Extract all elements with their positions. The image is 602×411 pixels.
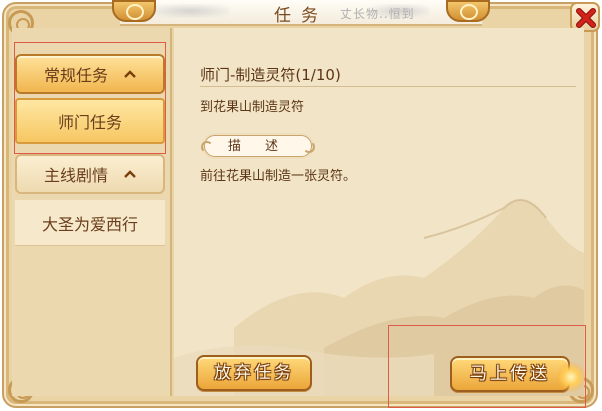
chevron-up-icon [124,170,136,178]
close-icon [576,8,596,28]
quest-description: 前往花果山制造一张灵符。 [200,169,357,184]
category-label: 主线剧情 [43,166,108,185]
quest-window: 任务 丈长物..恒到 常规任务 师门任务 主线剧情 大圣为爱西行 师门-制造灵符… [0,0,602,411]
quest-item-label: 师门任务 [57,113,122,132]
description-label: 描 述 [201,135,315,157]
abandon-quest-button[interactable]: 放弃任务 [196,355,312,391]
quest-item-sect-mission[interactable]: 师门任务 [15,98,165,144]
chevron-up-icon [124,70,136,78]
window-title: 任务 [274,6,328,26]
quest-item-label: 大圣为爱西行 [41,214,138,234]
quest-target: 到花果山制造灵符 [200,100,305,115]
quest-category-sidebar: 常规任务 师门任务 主线剧情 大圣为爱西行 [12,28,172,396]
title-watermark: 丈长物..恒到 [340,7,415,21]
teleport-now-button[interactable]: 马上传送 [450,356,570,392]
category-label: 常规任务 [43,66,108,85]
sparkle-icon [556,362,586,392]
category-regular-quests[interactable]: 常规任务 [15,54,165,94]
quest-title: 师门-制造灵符(1/10) [200,66,341,84]
category-main-story[interactable]: 主线剧情 [15,154,165,194]
quest-item-great-sage[interactable]: 大圣为爱西行 [15,200,165,246]
divider [200,86,576,87]
quest-detail-pane: 师门-制造灵符(1/10) 到花果山制造灵符 描 述 前往花果山制造一张灵符。 [174,28,584,396]
